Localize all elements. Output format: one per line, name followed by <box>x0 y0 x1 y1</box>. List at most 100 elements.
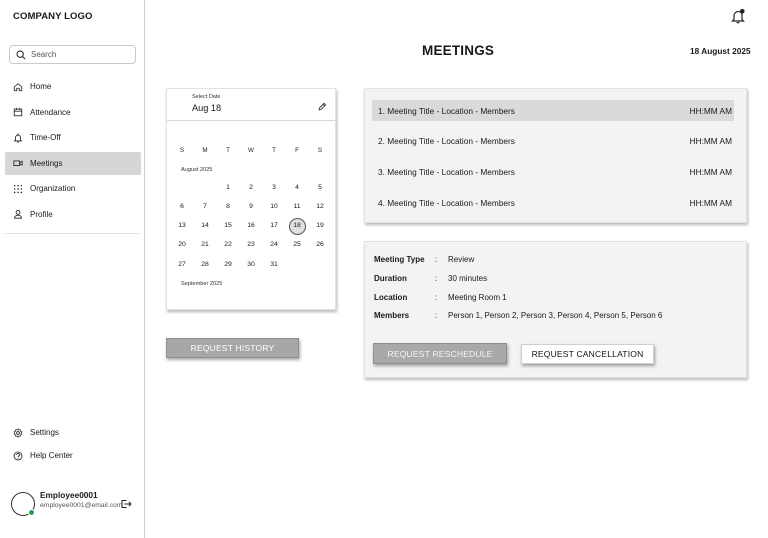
weekday-label: T <box>272 147 276 154</box>
calendar-day[interactable]: 5 <box>313 184 327 191</box>
meeting-row[interactable]: 3. Meeting Title - Location - Members HH… <box>372 161 734 182</box>
sidebar-item-home[interactable]: Home <box>5 75 141 98</box>
meeting-time: HH:MM AM <box>689 197 732 208</box>
calendar-day[interactable]: 26 <box>313 241 327 248</box>
meeting-row[interactable]: 4. Meeting Title - Location - Members HH… <box>372 192 734 213</box>
help-icon <box>13 451 23 461</box>
calendar-day[interactable]: 14 <box>198 222 212 229</box>
meeting-time: HH:MM AM <box>689 105 732 116</box>
detail-separator: : <box>435 293 438 302</box>
search-icon <box>16 50 26 60</box>
detail-separator: : <box>435 311 438 320</box>
sidebar-item-label: Home <box>30 82 52 91</box>
request-cancellation-button[interactable]: REQUEST CANCELLATION <box>521 344 654 364</box>
bell-off-icon <box>13 133 23 143</box>
calendar-day[interactable]: 23 <box>244 241 258 248</box>
grid-icon <box>13 184 23 193</box>
calendar-day[interactable]: 29 <box>221 261 235 268</box>
sidebar-item-settings[interactable]: Settings <box>5 421 141 444</box>
online-status-indicator <box>28 509 35 516</box>
sidebar-item-label: Time-Off <box>30 133 61 143</box>
weekday-label: F <box>295 147 299 154</box>
sidebar-nav: Home Attendance Time-Off Meetings Organi… <box>5 75 141 229</box>
calendar-day[interactable]: 10 <box>267 203 281 210</box>
logout-icon[interactable] <box>120 498 132 510</box>
detail-value-duration: 30 minutes <box>448 274 488 283</box>
user-email: employee0001@email.com <box>40 502 123 509</box>
calendar-day[interactable]: 17 <box>267 222 281 229</box>
video-icon <box>13 160 23 167</box>
calendar-day[interactable]: 13 <box>175 222 189 229</box>
selected-date-value: Aug 18 <box>192 103 222 113</box>
gear-icon <box>13 427 23 438</box>
sidebar-item-profile[interactable]: Profile <box>5 203 141 226</box>
calendar-day[interactable]: 25 <box>290 241 304 248</box>
meetings-list: 1. Meeting Title - Location - Members HH… <box>364 88 747 223</box>
sidebar-item-label: Profile <box>30 209 53 219</box>
calendar-day[interactable]: 24 <box>267 241 281 248</box>
sidebar-item-time-off[interactable]: Time-Off <box>5 126 141 149</box>
calendar-day[interactable]: 20 <box>175 241 189 248</box>
calendar-day[interactable]: 8 <box>221 203 235 210</box>
month-label: August 2025 <box>181 167 213 173</box>
meeting-title: 2. Meeting Title - Location - Members <box>378 135 515 146</box>
weekday-label: M <box>202 147 208 154</box>
date-picker-card: Select Date Aug 18 S M T W T F S August … <box>166 88 336 310</box>
calendar-day[interactable]: 3 <box>267 184 281 191</box>
search-input[interactable] <box>31 50 131 59</box>
meeting-time: HH:MM AM <box>689 135 732 146</box>
sidebar-divider <box>5 233 140 234</box>
sidebar-item-meetings[interactable]: Meetings <box>5 151 141 175</box>
calendar-day[interactable]: 31 <box>267 261 281 268</box>
calendar-day[interactable]: 15 <box>221 222 235 229</box>
detail-label-meeting-type: Meeting Type <box>374 255 425 264</box>
meeting-row[interactable]: 2. Meeting Title - Location - Members HH… <box>372 130 734 151</box>
calendar-day[interactable]: 7 <box>198 203 212 210</box>
meeting-title: 3. Meeting Title - Location - Members <box>378 166 515 177</box>
pencil-icon[interactable] <box>318 102 327 111</box>
search-box[interactable] <box>9 45 136 64</box>
sidebar-item-label: Attendance <box>30 107 71 117</box>
request-history-button[interactable]: REQUEST HISTORY <box>166 338 299 358</box>
weekday-label: S <box>179 147 185 154</box>
calendar-day[interactable]: 1 <box>221 184 235 191</box>
calendar-day[interactable]: 21 <box>198 241 212 248</box>
meeting-row-selected[interactable]: 1. Meeting Title - Location - Members HH… <box>372 100 734 121</box>
calendar-day[interactable]: 6 <box>175 203 189 210</box>
calendar-day[interactable]: 19 <box>313 222 327 229</box>
sidebar-bottom-nav: Settings Help Center <box>5 421 141 468</box>
calendar-day[interactable]: 30 <box>244 261 258 268</box>
calendar-day-selected[interactable]: 18 <box>290 222 304 229</box>
detail-label-location: Location <box>374 293 408 302</box>
calendar-day[interactable]: 2 <box>244 184 258 191</box>
calendar-day[interactable]: 11 <box>290 203 304 210</box>
request-reschedule-button[interactable]: REQUEST RESCHEDULE <box>373 343 507 364</box>
sidebar-item-help-center[interactable]: Help Center <box>5 444 141 467</box>
calendar-day[interactable]: 16 <box>244 222 258 229</box>
sidebar-item-organization[interactable]: Organization <box>5 177 141 200</box>
calendar-day[interactable]: 4 <box>290 184 304 191</box>
meeting-title: 4. Meeting Title - Location - Members <box>378 197 515 208</box>
calendar-day[interactable]: 28 <box>198 261 212 268</box>
company-logo: COMPANY LOGO <box>13 11 93 22</box>
calendar-day[interactable]: 9 <box>244 203 258 210</box>
select-date-label: Select Date <box>192 94 221 100</box>
detail-label-duration: Duration <box>374 274 407 283</box>
sidebar-item-label: Settings <box>30 428 59 437</box>
weekday-label: S <box>317 147 323 154</box>
sidebar-item-label: Meetings <box>30 158 63 168</box>
meeting-title: 1. Meeting Title - Location - Members <box>378 105 515 116</box>
current-date: 18 August 2025 <box>690 46 751 56</box>
calendar-day[interactable]: 12 <box>313 203 327 210</box>
user-profile: Employee0001 employee0001@email.com <box>11 490 139 520</box>
calendar-icon <box>13 107 23 117</box>
sidebar: COMPANY LOGO Home Attendance Time-Off Me… <box>0 0 145 538</box>
sidebar-item-attendance[interactable]: Attendance <box>5 101 141 124</box>
page-title: MEETINGS <box>422 43 495 58</box>
calendar-day[interactable]: 22 <box>221 241 235 248</box>
notification-bell-icon[interactable] <box>731 8 746 24</box>
detail-value-members: Person 1, Person 2, Person 3, Person 4, … <box>448 311 663 320</box>
calendar-day[interactable]: 27 <box>175 261 189 268</box>
user-name: Employee0001 <box>40 490 98 500</box>
home-icon <box>13 82 23 91</box>
